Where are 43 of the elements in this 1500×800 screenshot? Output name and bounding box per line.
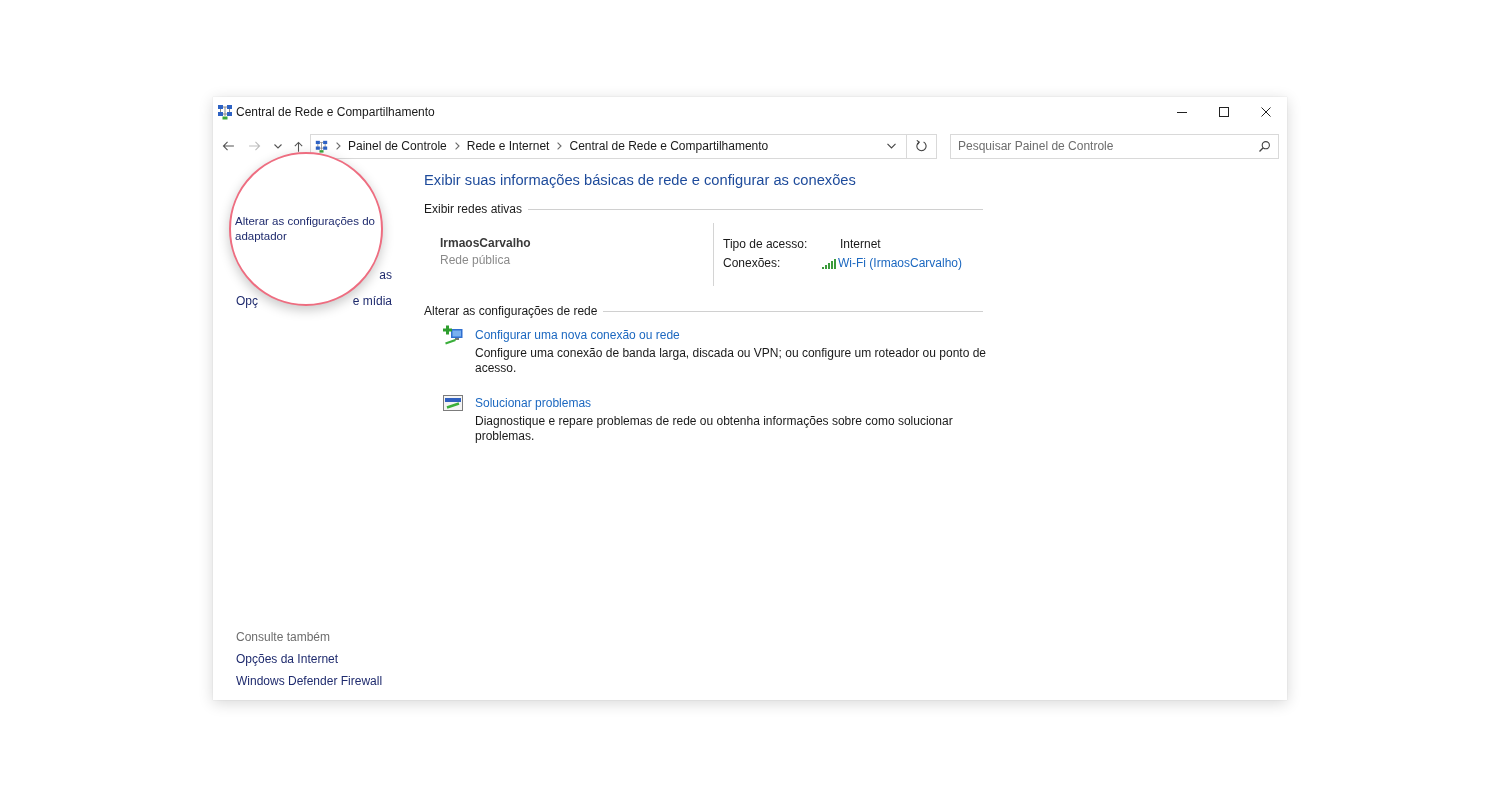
network-name: IrmaosCarvalho — [440, 235, 531, 252]
chevron-right-icon — [454, 142, 460, 150]
task-description: Diagnostique e repare problemas de rede ou obtenha informações sobre como solucionar problemas. — [475, 414, 954, 444]
window-title: Central de Rede e Compartilhamento — [236, 105, 435, 119]
sidebar-link[interactable]: Windows Defender Firewall — [236, 670, 383, 692]
chevron-down-icon — [274, 143, 282, 149]
sidebar-link[interactable]: e mídia — [352, 294, 392, 308]
task-link[interactable]: Configurar uma nova conexão ou rede — [475, 327, 680, 343]
maximize-icon — [1219, 107, 1229, 117]
network-plus-icon — [443, 325, 463, 345]
address-bar[interactable]: Painel de Controle Rede e Internet Central de Rede e Compartilhamento — [310, 133, 907, 159]
refresh-icon — [916, 140, 927, 152]
field-value: Internet — [840, 236, 881, 253]
network-icon — [217, 104, 233, 120]
network-category: Rede pública — [440, 252, 511, 269]
chevron-down-icon — [887, 143, 896, 149]
field-label: Conexões: — [723, 255, 782, 272]
section-label: Consulte também — [236, 629, 331, 646]
close-icon — [1261, 107, 1271, 117]
up-arrow-icon — [293, 140, 303, 152]
task-description: Configure uma conexão de banda larga, discada ou VPN; ou configure um roteador ou ponto de acesso. — [475, 346, 987, 376]
right-arrow-icon — [249, 141, 261, 151]
signal-bars-icon — [822, 258, 836, 269]
task-link[interactable]: Solucionar problemas — [475, 395, 592, 411]
sidebar-link[interactable]: Opções da Internet — [236, 648, 339, 670]
connection-link[interactable]: Wi-Fi (IrmaosCarvalho) — [838, 254, 962, 273]
sidebar-link[interactable]: as — [379, 268, 392, 282]
chevron-right-icon — [336, 142, 341, 150]
network-icon — [315, 139, 328, 153]
chevron-right-icon — [557, 142, 563, 150]
page-heading: Exibir suas informações básicas de rede e configurar as conexões — [424, 171, 856, 190]
section-label: Exibir redes ativas — [424, 201, 523, 217]
window-icon — [443, 393, 463, 413]
field-label: Tipo de acesso: — [723, 236, 809, 253]
section-label: Alterar as configurações de rede — [424, 303, 598, 319]
refresh-button[interactable] — [907, 133, 937, 159]
minimize-icon — [1177, 111, 1187, 113]
left-arrow-icon — [222, 141, 234, 151]
breadcrumb-link[interactable]: Central de Rede e Compartilhamento — [569, 136, 769, 156]
sidebar-link[interactable]: Opç — [236, 294, 258, 308]
breadcrumb-link[interactable]: Painel de Controle — [348, 136, 447, 156]
breadcrumb-link[interactable]: Rede e Internet — [466, 136, 550, 156]
sidebar-link[interactable]: Alterar as configurações do adaptador — [235, 214, 381, 244]
